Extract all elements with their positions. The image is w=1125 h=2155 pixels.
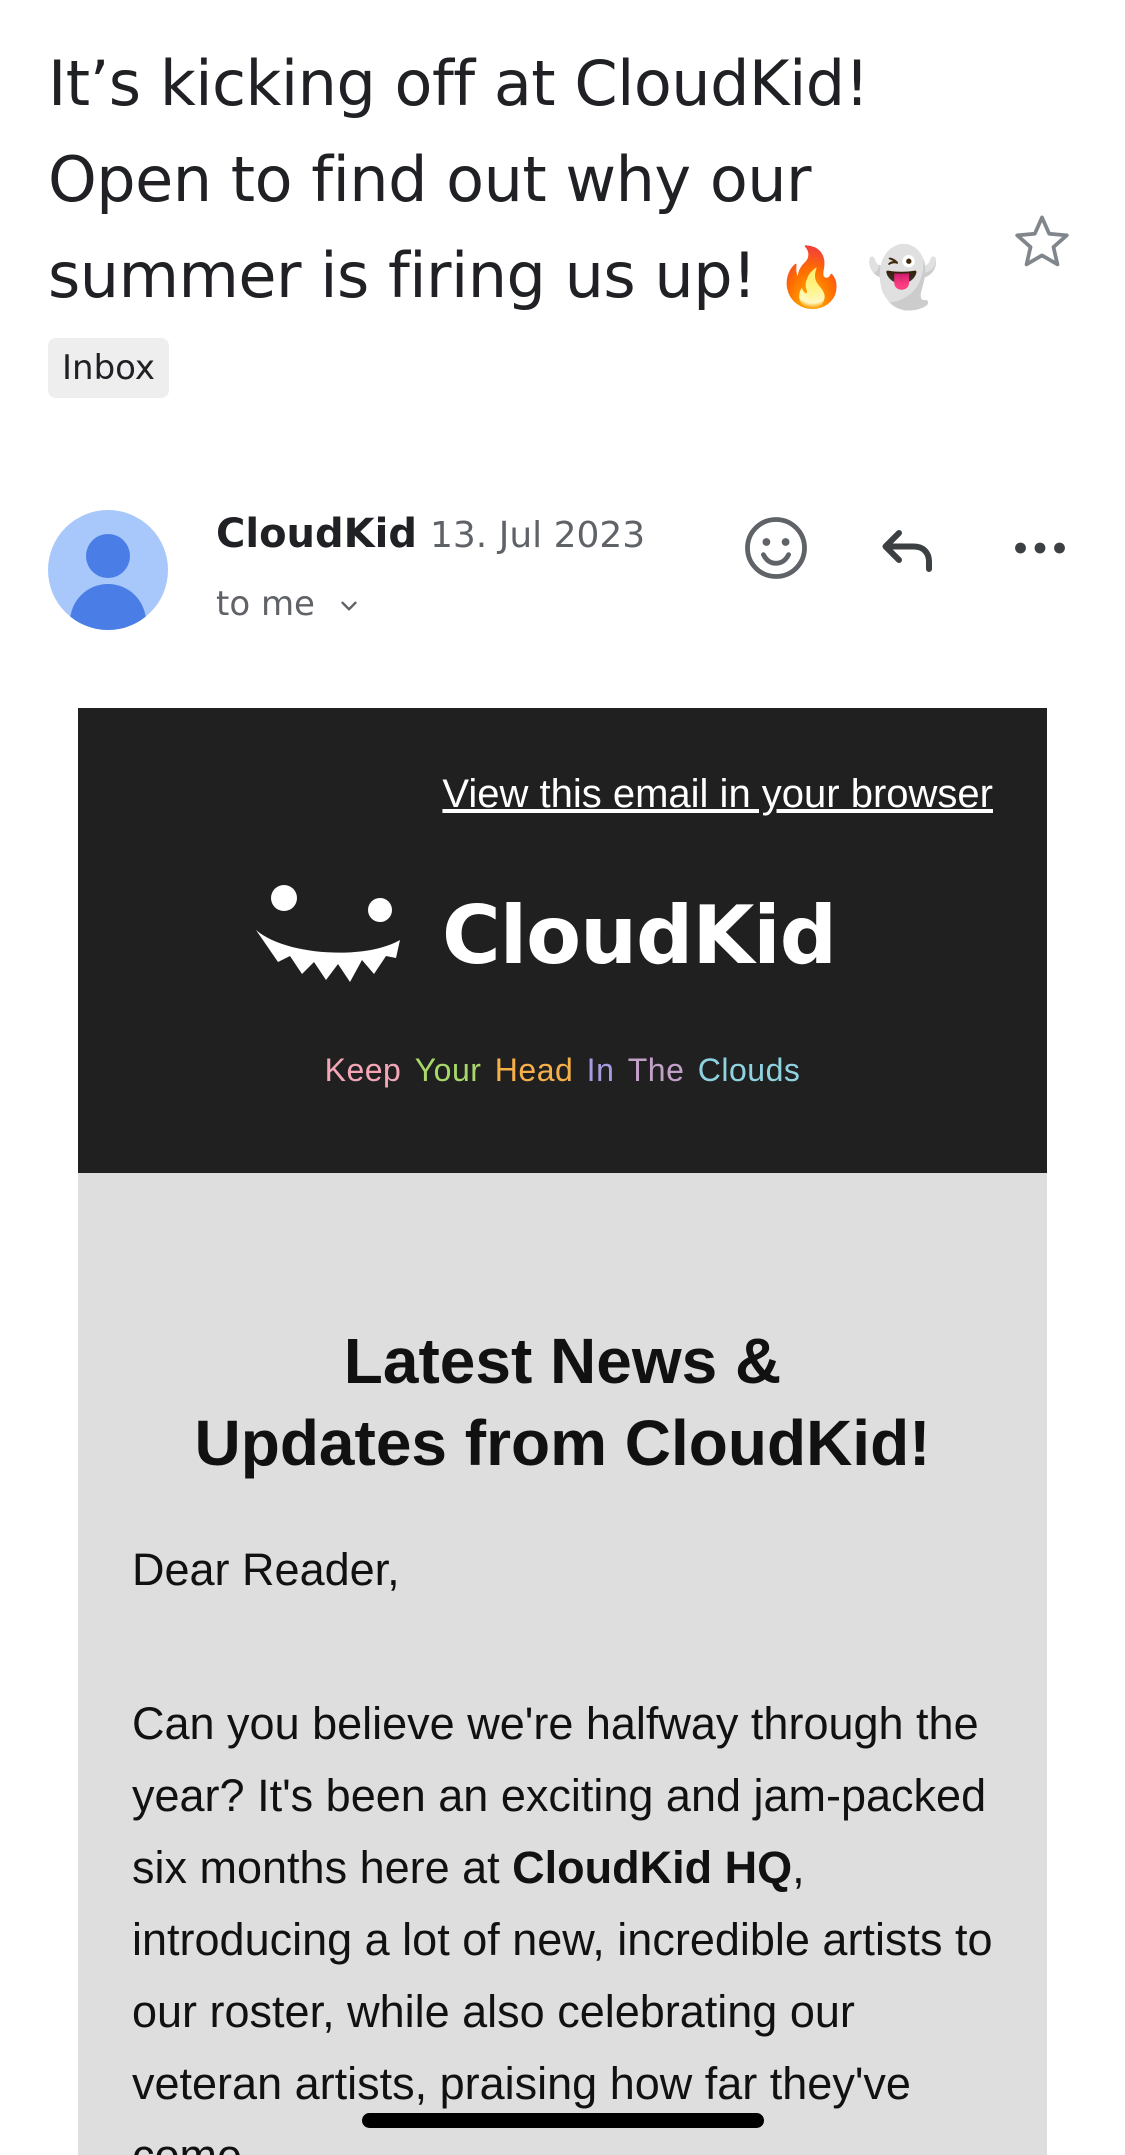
- sender-date: 13. Jul 2023: [430, 515, 646, 556]
- tagline-word: Your: [414, 1052, 482, 1088]
- news-headline: Latest News & Updates from CloudKid!: [78, 1320, 1047, 1484]
- cloudkid-logo-icon: [256, 885, 400, 982]
- email-subject: It’s kicking off at CloudKid! Open to fi…: [48, 36, 948, 325]
- sender-name[interactable]: CloudKid: [216, 508, 417, 560]
- subject-line-2: Open to find out why our: [48, 143, 812, 216]
- subject-line-3-text: summer is firing us up!: [48, 239, 757, 312]
- body-bold-text: CloudKid HQ: [512, 1842, 793, 1893]
- star-icon[interactable]: [1010, 210, 1074, 274]
- body-paragraph: Can you believe we're halfway through th…: [132, 1688, 1002, 2155]
- view-in-browser-link[interactable]: View this email in your browser: [442, 772, 993, 817]
- reply-icon[interactable]: [872, 512, 944, 584]
- avatar-head: [86, 534, 130, 578]
- tagline-word: Head: [494, 1052, 574, 1088]
- news-headline-line-2: Updates from CloudKid!: [194, 1407, 931, 1479]
- cloudkid-logo-wordmark: CloudKid: [442, 889, 837, 982]
- chevron-down-icon: [341, 601, 357, 610]
- fire-emoji: 🔥: [775, 243, 848, 311]
- home-indicator: [362, 2113, 764, 2128]
- tagline-word: Clouds: [697, 1052, 801, 1088]
- emoji-react-icon[interactable]: [740, 512, 812, 584]
- more-options-icon[interactable]: [1004, 512, 1076, 584]
- recipient-text: to me: [216, 584, 315, 624]
- news-headline-line-1: Latest News &: [343, 1325, 782, 1397]
- sender-avatar[interactable]: [48, 510, 168, 630]
- subject-line-1: It’s kicking off at CloudKid!: [48, 47, 870, 120]
- tagline-word: Keep: [324, 1052, 402, 1088]
- ghost-emoji: 👻: [866, 243, 939, 311]
- newsletter-header: View this email in your browser CloudKid…: [78, 708, 1047, 1173]
- avatar-body: [70, 584, 146, 630]
- tagline: Keep Your Head In The Clouds: [78, 1050, 1047, 1090]
- email-body: View this email in your browser CloudKid…: [78, 708, 1047, 2155]
- subject-line-3: summer is firing us up! 🔥 👻: [48, 228, 948, 325]
- inbox-label[interactable]: Inbox: [48, 338, 170, 398]
- tagline-word: In: [586, 1052, 615, 1088]
- tagline-word: The: [627, 1052, 685, 1088]
- greeting: Dear Reader,: [132, 1544, 400, 1595]
- recipient-details-toggle[interactable]: to me: [216, 580, 362, 628]
